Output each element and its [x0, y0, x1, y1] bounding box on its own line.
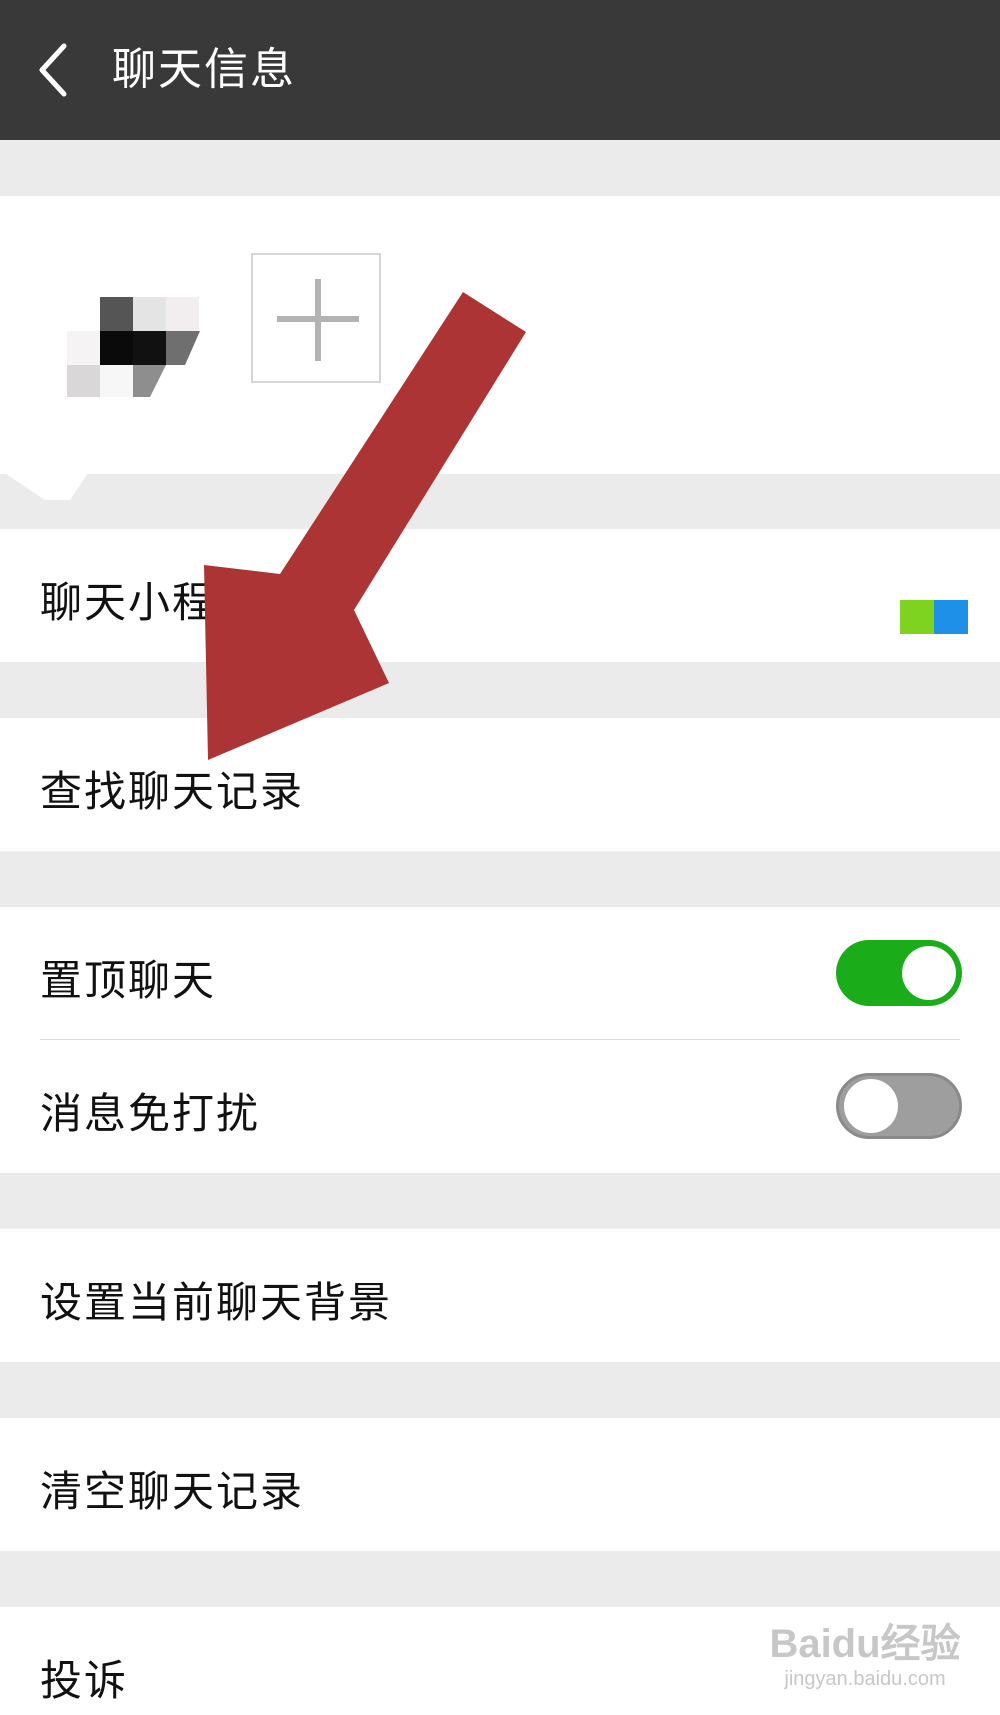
mini-programs-label: 聊天小程 [40, 578, 217, 627]
search-history-label: 查找聊天记录 [40, 767, 305, 816]
mini-programs-row[interactable]: 聊天小程 [0, 529, 1000, 662]
mini-program-icons [900, 600, 968, 634]
chevron-left-icon [39, 43, 67, 97]
search-history-row[interactable]: 查找聊天记录 [0, 718, 1000, 851]
set-background-row[interactable]: 设置当前聊天背景 [0, 1229, 1000, 1362]
toggle-knob [844, 1079, 898, 1133]
divider [40, 1039, 960, 1040]
toggle-knob [902, 946, 956, 1000]
baidu-jingyan-watermark: Baidu经验 jingyan.baidu.com [765, 1622, 965, 1702]
title-bar: 聊天信息 [0, 0, 1000, 140]
sticky-chat-toggle[interactable] [836, 940, 962, 1006]
back-button[interactable] [30, 38, 90, 102]
white-corner-shape [0, 470, 90, 500]
set-background-label: 设置当前聊天背景 [40, 1278, 393, 1327]
page-title: 聊天信息 [112, 44, 296, 95]
mute-toggle[interactable] [836, 1073, 962, 1139]
chat-options-section: 置顶聊天 消息免打扰 [0, 907, 1000, 1173]
avatar[interactable] [40, 255, 210, 425]
add-member-button[interactable] [251, 253, 381, 383]
report-label: 投诉 [40, 1656, 129, 1705]
watermark-logo: Baidu经验 [769, 1622, 961, 1666]
clear-history-label: 清空聊天记录 [40, 1467, 305, 1516]
pixelated-avatar-image [67, 297, 200, 397]
blue-mini-icon [934, 600, 968, 634]
green-mini-icon [900, 600, 934, 634]
sticky-chat-label: 置顶聊天 [40, 956, 217, 1005]
mute-label: 消息免打扰 [40, 1089, 261, 1138]
clear-history-row[interactable]: 清空聊天记录 [0, 1418, 1000, 1551]
watermark-url: jingyan.baidu.com [784, 1668, 946, 1690]
